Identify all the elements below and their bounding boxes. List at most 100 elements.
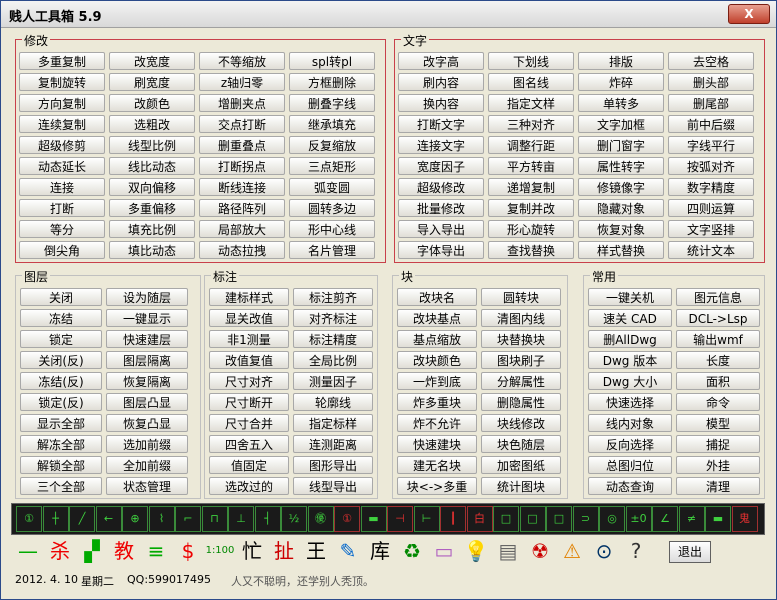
text-button[interactable]: 平方转亩 [488, 157, 574, 175]
toolbar-tool-icon[interactable]: ╱ [69, 506, 95, 532]
block-button[interactable]: 改块名 [397, 288, 477, 306]
text-button[interactable]: 文字加框 [578, 115, 664, 133]
toolbar-tool-icon[interactable]: ⌇ [148, 506, 175, 532]
modify-button[interactable]: 多重复制 [19, 52, 105, 70]
dim-button[interactable]: 连测距离 [293, 435, 373, 453]
modify-button[interactable]: spl转pl [289, 52, 375, 70]
block-button[interactable]: 炸不允许 [397, 414, 477, 432]
text-button[interactable]: 去空格 [668, 52, 754, 70]
modify-button[interactable]: 局部放大 [199, 220, 285, 238]
dim-button[interactable]: 对齐标注 [293, 309, 373, 327]
toolbar-app-icon[interactable]: 库 [365, 536, 395, 566]
layer-button[interactable]: 关闭(反) [20, 351, 102, 369]
toolbar-tool-icon[interactable]: ㊝ [307, 506, 334, 532]
block-button[interactable]: 快速建块 [397, 435, 477, 453]
modify-button[interactable]: 超级修剪 [19, 136, 105, 154]
text-button[interactable]: 修镜像字 [578, 178, 664, 196]
text-button[interactable]: 调整行距 [488, 136, 574, 154]
dim-button[interactable]: 选改过的 [209, 477, 289, 495]
text-button[interactable]: 删头部 [668, 73, 754, 91]
text-button[interactable]: 样式替换 [578, 241, 664, 259]
text-button[interactable]: 刷内容 [398, 73, 484, 91]
block-button[interactable]: 圆转块 [481, 288, 561, 306]
block-button[interactable]: 块替换块 [481, 330, 561, 348]
common-button[interactable]: 模型 [676, 414, 760, 432]
toolbar-tool-icon[interactable]: ← [95, 506, 122, 532]
layer-button[interactable]: 冻结(反) [20, 372, 102, 390]
common-button[interactable]: 图元信息 [676, 288, 760, 306]
modify-button[interactable]: 三点矩形 [289, 157, 375, 175]
toolbar-tool-icon[interactable]: ∠ [652, 506, 678, 532]
block-button[interactable]: 建无名块 [397, 456, 477, 474]
block-button[interactable]: 块<->多重 [397, 477, 477, 495]
block-button[interactable]: 改块颜色 [397, 351, 477, 369]
modify-button[interactable]: 反复缩放 [289, 136, 375, 154]
modify-button[interactable]: 改颜色 [109, 94, 195, 112]
toolbar-app-icon[interactable]: 💡 [461, 536, 491, 566]
toolbar-tool-icon[interactable]: ⊃ [572, 506, 599, 532]
toolbar-app-icon[interactable]: ✎ [333, 536, 363, 566]
common-button[interactable]: 输出wmf [676, 330, 760, 348]
toolbar-tool-icon[interactable]: ≠ [678, 506, 705, 532]
toolbar-app-icon[interactable]: 忙 [237, 536, 267, 566]
block-button[interactable]: 统计图块 [481, 477, 561, 495]
layer-button[interactable]: 关闭 [20, 288, 102, 306]
layer-button[interactable]: 恢复隔离 [106, 372, 188, 390]
text-button[interactable]: 超级修改 [398, 178, 484, 196]
toolbar-app-icon[interactable]: ≡ [141, 536, 171, 566]
dim-button[interactable]: 显关改值 [209, 309, 289, 327]
toolbar-app-icon[interactable]: ♻ [397, 536, 427, 566]
dim-button[interactable]: 四舍五入 [209, 435, 289, 453]
toolbar-app-icon[interactable]: ▞ [77, 536, 107, 566]
block-button[interactable]: 加密图纸 [481, 456, 561, 474]
block-button[interactable]: 炸多重块 [397, 393, 477, 411]
layer-button[interactable]: 解冻全部 [20, 435, 102, 453]
text-button[interactable]: 数字精度 [668, 178, 754, 196]
text-button[interactable]: 三种对齐 [488, 115, 574, 133]
modify-button[interactable]: 删重叠点 [199, 136, 285, 154]
modify-button[interactable]: 形中心线 [289, 220, 375, 238]
layer-button[interactable]: 恢复凸显 [106, 414, 188, 432]
layer-button[interactable]: 快速建层 [106, 330, 188, 348]
toolbar-app-icon[interactable]: 教 [109, 536, 139, 566]
toolbar-tool-icon[interactable]: ◎ [599, 506, 625, 532]
dim-button[interactable]: 线型导出 [293, 477, 373, 495]
toolbar-tool-icon[interactable]: ⊥ [228, 506, 254, 532]
toolbar-app-icon[interactable]: ☢ [525, 536, 555, 566]
modify-button[interactable]: 复制旋转 [19, 73, 105, 91]
modify-button[interactable]: 打断拐点 [199, 157, 285, 175]
common-button[interactable]: 反向选择 [588, 435, 672, 453]
text-button[interactable]: 前中后缀 [668, 115, 754, 133]
toolbar-tool-icon[interactable]: □ [493, 506, 519, 532]
toolbar-tool-icon[interactable]: ⌐ [175, 506, 201, 532]
modify-button[interactable]: 方向复制 [19, 94, 105, 112]
layer-button[interactable]: 一键显示 [106, 309, 188, 327]
layer-button[interactable]: 锁定(反) [20, 393, 102, 411]
close-button[interactable]: X [728, 4, 770, 24]
modify-button[interactable]: 方框删除 [289, 73, 375, 91]
dim-button[interactable]: 轮廓线 [293, 393, 373, 411]
common-button[interactable]: 清理 [676, 477, 760, 495]
modify-button[interactable]: 名片管理 [289, 241, 375, 259]
text-button[interactable]: 单转多 [578, 94, 664, 112]
modify-button[interactable]: 连续复制 [19, 115, 105, 133]
dim-button[interactable]: 图形导出 [293, 456, 373, 474]
text-button[interactable]: 连接文字 [398, 136, 484, 154]
common-button[interactable]: 删AllDwg [588, 330, 672, 348]
toolbar-tool-icon[interactable]: □ [519, 506, 546, 532]
common-button[interactable]: 外挂 [676, 456, 760, 474]
modify-button[interactable]: 填比动态 [109, 241, 195, 259]
toolbar-tool-icon[interactable]: ① [16, 506, 42, 532]
layer-button[interactable]: 显示全部 [20, 414, 102, 432]
layer-button[interactable]: 三个全部 [20, 477, 102, 495]
toolbar-app-icon[interactable]: — [13, 536, 43, 566]
toolbar-app-icon[interactable]: $ [173, 536, 203, 566]
block-button[interactable]: 基点缩放 [397, 330, 477, 348]
toolbar-app-icon[interactable]: ⊙ [589, 536, 619, 566]
modify-button[interactable]: 双向偏移 [109, 178, 195, 196]
toolbar-app-icon[interactable]: ▭ [429, 536, 459, 566]
text-button[interactable]: 递增复制 [488, 178, 574, 196]
toolbar-tool-icon[interactable]: ▬ [360, 506, 387, 532]
common-button[interactable]: 长度 [676, 351, 760, 369]
modify-button[interactable]: 多重偏移 [109, 199, 195, 217]
